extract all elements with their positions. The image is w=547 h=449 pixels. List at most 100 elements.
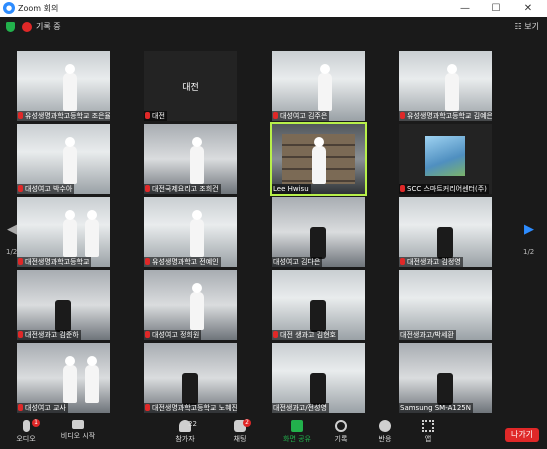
participant-tile[interactable]: SCC 스마트커리어센터(주) — [399, 124, 492, 194]
person-figure — [312, 137, 326, 184]
participant-tile[interactable]: 대성여고 교사 — [17, 343, 110, 413]
participant-name-label: 대전생명과학고등학교 — [17, 257, 92, 267]
person-figure — [310, 373, 326, 405]
start-video-button[interactable]: 비디오 시작 — [56, 420, 100, 441]
participant-name: Lee Hwisu — [273, 185, 309, 193]
participant-tile[interactable]: 대전생명과학고등학교 — [17, 197, 110, 267]
muted-mic-icon — [145, 258, 150, 265]
participant-name: 대전 — [152, 112, 165, 120]
participant-name: 유성생명과학고 전예인 — [152, 258, 219, 266]
muted-mic-icon — [145, 112, 150, 119]
share-label: 화면 공유 — [283, 435, 311, 443]
participant-name: 대전생명과학고등학교 노혜진 — [152, 404, 237, 412]
participant-tile[interactable]: Lee Hwisu — [270, 122, 367, 196]
page-indicator-right: 1/2 — [523, 248, 535, 256]
apps-button[interactable]: 앱 — [418, 420, 438, 444]
participant-tile[interactable]: 대성여고 박수아 — [17, 124, 110, 194]
participant-tile[interactable]: 대전 대전 — [144, 51, 237, 121]
person-figure — [190, 210, 204, 257]
person-figure — [63, 137, 77, 184]
share-screen-button[interactable]: 화면 공유 — [277, 420, 317, 444]
person-figure — [310, 300, 326, 332]
participant-display-name: 대전 — [182, 83, 199, 93]
participant-tile[interactable]: 대성여고 김주은 — [272, 51, 365, 121]
participant-tile[interactable]: 유성생명과학고등학교 조은율 — [17, 51, 110, 121]
participant-count: 22 — [188, 420, 197, 428]
muted-mic-icon — [145, 331, 150, 338]
apps-label: 앱 — [424, 435, 432, 443]
participant-name-label: 유성생명과학고등학교 조은율 — [17, 111, 110, 121]
participant-tile[interactable]: 대전생명과학고등학교 노혜진 — [144, 343, 237, 413]
participants-button[interactable]: 22 참가자 — [166, 420, 204, 444]
muted-mic-icon — [18, 185, 23, 192]
title-bar: ● Zoom 회의 — ☐ ✕ — [0, 0, 547, 17]
muted-mic-icon — [18, 331, 23, 338]
participant-name: 대전생명과학고등학교 — [25, 258, 90, 266]
participant-name-label: 대전생명과학고등학교 노혜진 — [144, 403, 237, 413]
participant-name-label: 대성여고 박수아 — [17, 184, 75, 194]
chat-badge: 2 — [243, 419, 251, 427]
participant-name: 대전국제요리고 조희건 — [152, 185, 219, 193]
participant-name-label: 대전생과고 김준하 — [17, 330, 81, 340]
participant-tile[interactable]: 대전 생과고 김현호 — [272, 270, 365, 340]
security-shield-icon[interactable] — [6, 22, 15, 32]
participant-name-label: 대성여고 김다은 — [272, 257, 323, 267]
muted-mic-icon — [400, 112, 405, 119]
muted-mic-icon — [273, 112, 278, 119]
participant-tile[interactable]: 대전생과고 김준하 — [17, 270, 110, 340]
muted-mic-icon — [18, 404, 23, 411]
participant-tile[interactable]: 대성여고 김다은 — [272, 197, 365, 267]
participant-name-label: 대성여고 정희원 — [144, 330, 202, 340]
person-figure — [190, 283, 204, 330]
participant-name-label: 대전 — [144, 111, 167, 121]
participant-name-label: 대성여고 교사 — [17, 403, 68, 413]
participant-name: SCC 스마트커리어센터(주) — [407, 185, 487, 193]
person-figure — [318, 64, 332, 111]
participant-name: 대성여고 교사 — [25, 404, 66, 412]
person-figure — [85, 356, 99, 403]
participant-name: 대전생과고/전성영 — [273, 404, 327, 412]
participant-tile[interactable]: 유성생명과학고 전예인 — [144, 197, 237, 267]
person-figure — [63, 356, 77, 403]
camera-icon — [72, 420, 84, 429]
participant-tile[interactable]: 대전국제요리고 조희건 — [144, 124, 237, 194]
leave-button[interactable]: 나가기 — [505, 428, 539, 442]
next-page-arrow-icon[interactable]: ▶ — [524, 222, 534, 237]
participant-tile[interactable]: 유성생명과학고등학교 김예은 — [399, 51, 492, 121]
profile-image — [425, 136, 465, 176]
microphone-icon — [22, 420, 30, 432]
chat-label: 채팅 — [233, 435, 247, 443]
apps-icon — [422, 420, 434, 432]
audio-badge: 1 — [32, 419, 40, 427]
person-figure — [445, 64, 459, 111]
maximize-button[interactable]: ☐ — [484, 1, 508, 16]
reactions-button[interactable]: 반응 — [373, 420, 397, 444]
audio-button[interactable]: 1 오디오 — [10, 419, 42, 444]
record-button[interactable]: 기록 — [329, 420, 353, 444]
recording-status: 기록 중 — [36, 22, 61, 31]
view-label: 보기 — [524, 22, 539, 31]
minimize-button[interactable]: — — [453, 1, 477, 16]
participant-tile[interactable]: 대전생과고 김정영 — [399, 197, 492, 267]
participant-name-label: 유성생명과학고등학교 김예은 — [399, 111, 492, 121]
participant-tile[interactable]: 대전생과고/박세환 — [399, 270, 492, 340]
reactions-label: 반응 — [378, 435, 392, 443]
close-button[interactable]: ✕ — [516, 1, 540, 16]
muted-mic-icon — [145, 185, 150, 192]
participant-tile[interactable]: 대전생과고/전성영 — [272, 343, 365, 413]
participant-name: 대성여고 김주은 — [280, 112, 328, 120]
muted-mic-icon — [18, 258, 23, 265]
person-figure — [63, 64, 77, 111]
previous-page-arrow-icon[interactable]: ◀ — [7, 222, 17, 237]
zoom-logo-icon: ● — [3, 2, 15, 14]
participant-tile[interactable]: Samsung SM-A125N — [399, 343, 492, 413]
muted-mic-icon — [273, 331, 278, 338]
participant-name: 대전생과고 김정영 — [407, 258, 461, 266]
participants-label: 참가자 — [175, 435, 195, 443]
chat-button[interactable]: 2 채팅 — [226, 419, 254, 444]
person-figure — [190, 137, 204, 184]
view-button[interactable]: ☷ 보기 — [515, 21, 539, 32]
participant-name: 유성생명과학고등학교 조은율 — [25, 112, 110, 120]
participant-tile[interactable]: 대성여고 정희원 — [144, 270, 237, 340]
participant-name-label: 대전국제요리고 조희건 — [144, 184, 221, 194]
